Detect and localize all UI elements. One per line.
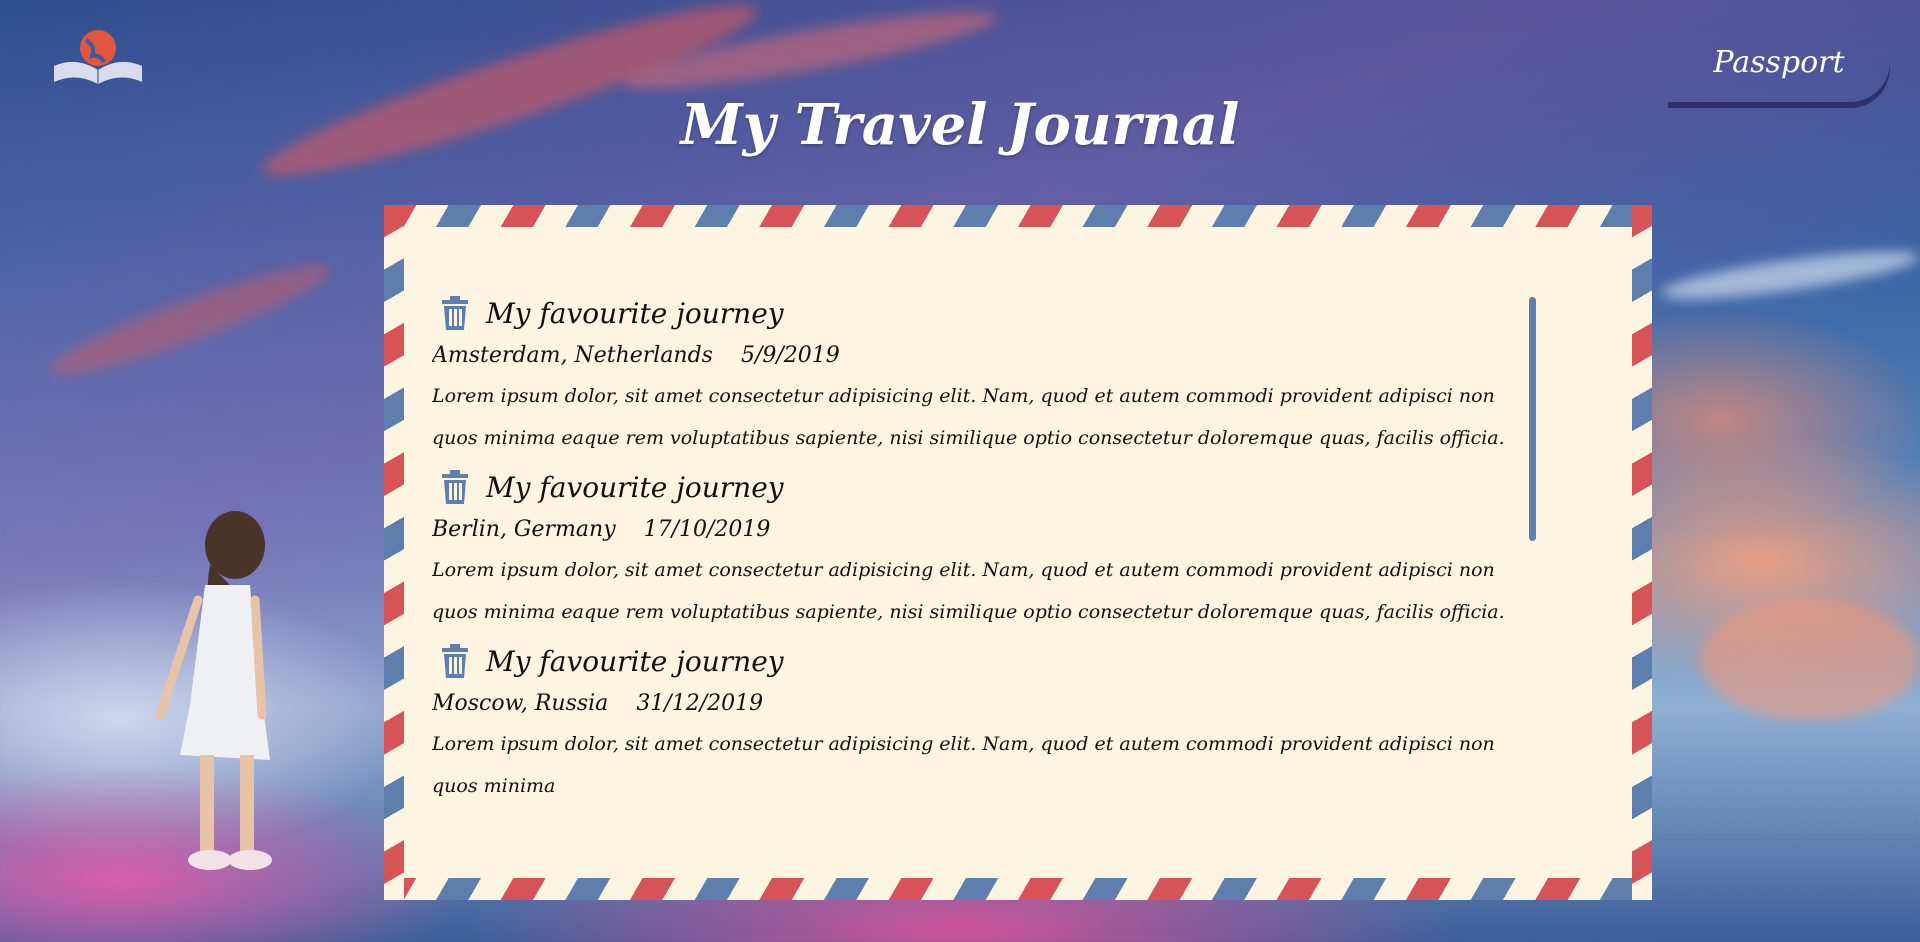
trash-icon[interactable] — [440, 644, 470, 678]
journal-envelope: My favourite journey Amsterdam, Netherla… — [384, 205, 1652, 900]
entry-title: My favourite journey — [486, 644, 784, 678]
entry-location: Berlin, Germany — [432, 517, 616, 542]
background-cloud — [42, 249, 338, 391]
entry-title: My favourite journey — [486, 296, 784, 330]
background-cloud — [1700, 600, 1920, 720]
airmail-border-bottom — [384, 878, 1652, 900]
open-book-globe-icon[interactable] — [52, 26, 144, 86]
trash-icon[interactable] — [440, 470, 470, 504]
entry-title: My favourite journey — [486, 470, 784, 504]
entry-description: Lorem ipsum dolor, sit amet consectetur … — [432, 559, 1505, 623]
background-cloud — [1659, 242, 1920, 308]
entries-scrollbar[interactable] — [1529, 297, 1536, 541]
journal-entry: My favourite journey Moscow, Russia 31/1… — [432, 641, 1514, 807]
trash-icon[interactable] — [440, 296, 470, 330]
girl-illustration — [155, 511, 272, 870]
page-title: My Travel Journal — [680, 92, 1240, 158]
airmail-border-right — [1632, 205, 1652, 900]
entry-location: Moscow, Russia — [432, 691, 609, 716]
airmail-border-left — [384, 205, 404, 900]
passport-button[interactable]: Passport — [1668, 22, 1890, 102]
journal-entry-list[interactable]: My favourite journey Amsterdam, Netherla… — [432, 293, 1514, 848]
airmail-border-top — [384, 205, 1652, 227]
entry-description: Lorem ipsum dolor, sit amet consectetur … — [432, 733, 1495, 797]
entry-date: 31/12/2019 — [636, 691, 764, 716]
entry-date: 17/10/2019 — [643, 517, 771, 542]
entry-location: Amsterdam, Netherlands — [432, 343, 713, 368]
journal-entry: My favourite journey Berlin, Germany 17/… — [432, 467, 1514, 633]
entry-date: 5/9/2019 — [740, 343, 840, 368]
journal-entry: My favourite journey Amsterdam, Netherla… — [432, 293, 1514, 459]
entry-description: Lorem ipsum dolor, sit amet consectetur … — [432, 385, 1505, 449]
